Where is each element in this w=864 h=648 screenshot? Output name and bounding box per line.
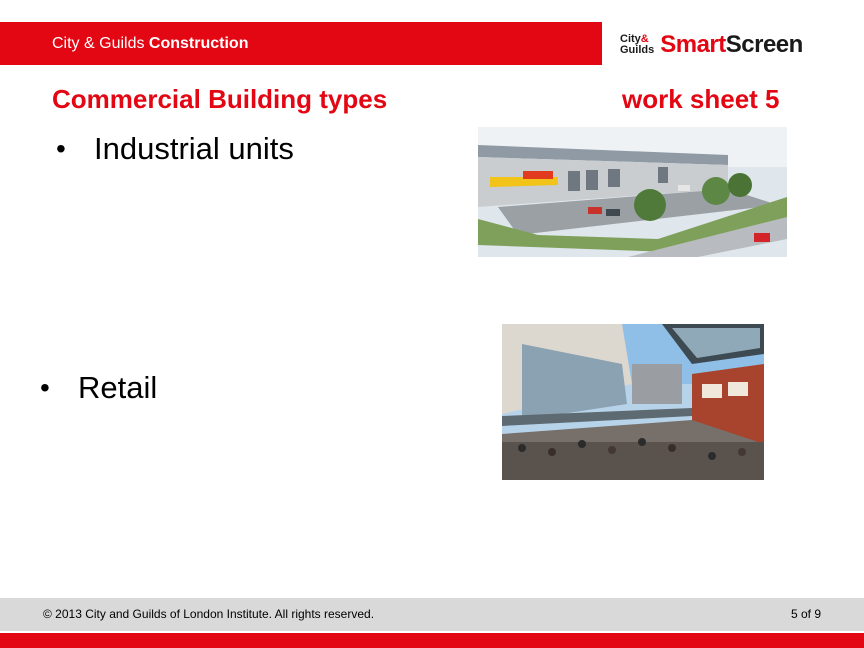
smartscreen-logo: City& Guilds Smart Screen — [620, 30, 803, 60]
header-bar: City & Guilds Construction — [0, 22, 602, 65]
bullet-marker: • — [56, 133, 66, 164]
bullet-retail: • Retail — [40, 370, 157, 406]
brand-smart: Smart — [660, 31, 726, 58]
header-section: Construction — [148, 35, 249, 52]
logo-guilds: Guilds — [620, 44, 655, 56]
bullet-text: Retail — [78, 370, 158, 405]
brand-screen: Screen — [725, 31, 804, 58]
slide-title: Commercial Building types — [52, 84, 388, 114]
header-prefix: City & Guilds — [52, 35, 145, 52]
page-number: 5 of 9 — [790, 607, 821, 621]
industrial-units-image — [478, 127, 787, 257]
copyright-text: © 2013 City and Guilds of London Institu… — [43, 607, 375, 621]
worksheet-label: work sheet 5 — [622, 84, 780, 114]
footer-bar: © 2013 City and Guilds of London Institu… — [0, 598, 864, 631]
city-guilds-logo: City& Guilds — [620, 34, 654, 56]
bullet-marker: • — [40, 372, 50, 403]
bullet-industrial-units: • Industrial units — [56, 131, 294, 167]
bottom-red-strip — [0, 633, 864, 648]
bullet-text: Industrial units — [94, 131, 294, 166]
header-title: City & Guilds Construction — [52, 35, 248, 53]
retail-image — [502, 324, 764, 480]
